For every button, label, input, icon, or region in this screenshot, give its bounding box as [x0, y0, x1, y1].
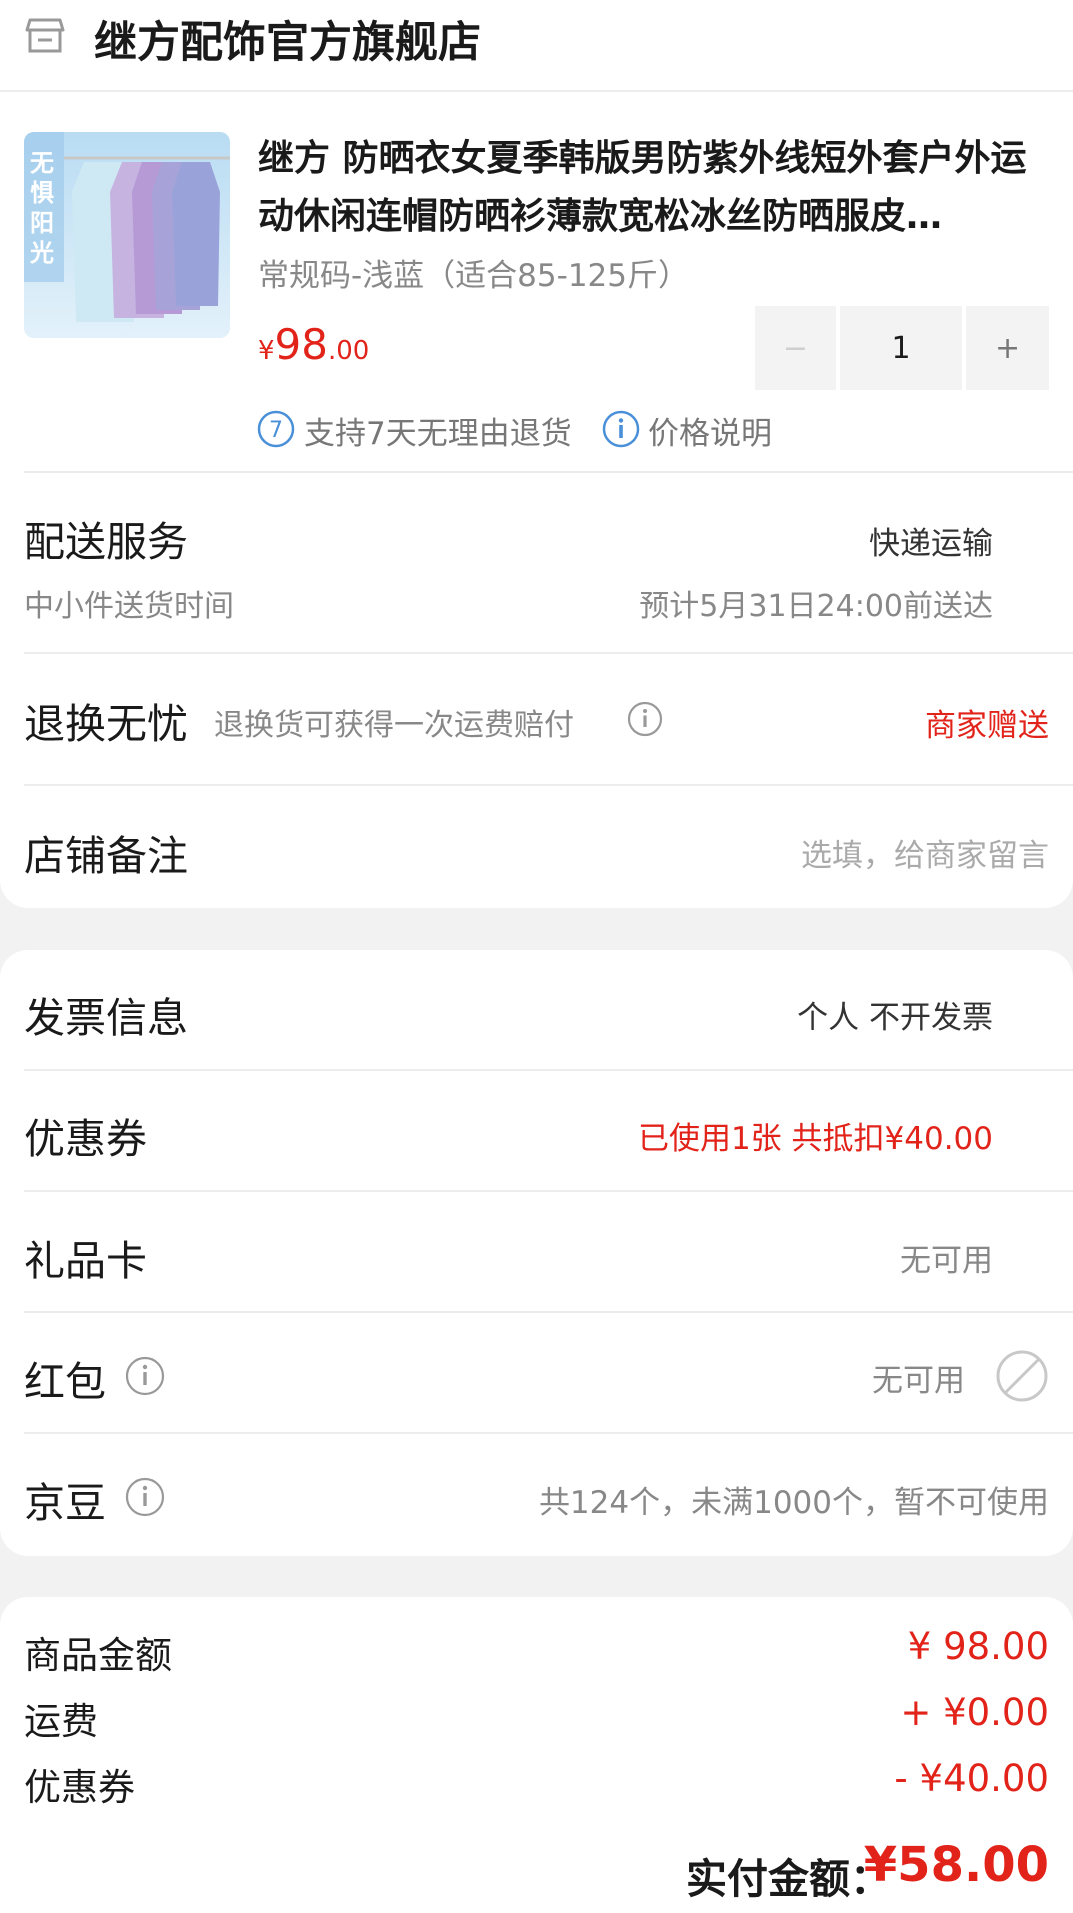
price-decimal: .00 — [328, 336, 370, 366]
divider — [24, 652, 1073, 654]
divider — [24, 1432, 1073, 1434]
store-note-label: 店铺备注 — [24, 832, 188, 880]
return-policy-text[interactable]: 支持7天无理由退货 — [304, 408, 572, 453]
quantity-input[interactable]: 1 — [839, 306, 963, 390]
goods-amount-label: 商品金额 — [24, 1634, 172, 1677]
coupon-discount-label: 优惠券 — [24, 1766, 135, 1809]
decrease-quantity-button[interactable]: − — [755, 306, 836, 390]
info-icon[interactable] — [124, 1476, 166, 1518]
seven-day-return-icon: 7 — [257, 410, 295, 448]
info-icon — [602, 410, 640, 448]
total-paid-label: 实付金额： — [686, 1855, 891, 1903]
coupon-label: 优惠券 — [24, 1115, 147, 1163]
product-title[interactable]: 继方 防晒衣女夏季韩版男防紫外线短外套户外运动休闲连帽防晒衫薄款宽松冰丝防晒服皮… — [258, 130, 1048, 246]
disabled-icon — [996, 1350, 1048, 1402]
red-packet-value: 无可用 — [872, 1363, 965, 1399]
info-icon[interactable] — [124, 1355, 166, 1397]
delivery-time-label: 中小件送货时间 — [24, 589, 234, 624]
gift-card-value[interactable]: 无可用 — [900, 1235, 993, 1280]
thumbnail-caption: 无惧阳光 — [30, 149, 54, 267]
total-paid-value: ¥58.00 — [863, 1837, 1049, 1893]
gift-card-label: 礼品卡 — [24, 1237, 147, 1285]
jd-beans-value: 共124个，未满1000个，暂不可使用 — [538, 1485, 1049, 1521]
delivery-time-value[interactable]: 预计5月31日24:00前送达 — [639, 581, 993, 625]
red-packet-label: 红包 — [24, 1358, 106, 1406]
price-summary-card: 商品金额 ¥ 98.00 运费 + ¥0.00 优惠券 - ¥40.00 实付金… — [0, 1597, 1073, 1913]
goods-amount-value: ¥ 98.00 — [907, 1625, 1049, 1668]
store-note-input[interactable]: 选填，给商家留言 — [801, 830, 1049, 875]
price-explanation-link[interactable]: 价格说明 — [648, 408, 772, 453]
invoice-value[interactable]: 个人 不开发票 — [797, 992, 993, 1037]
divider — [24, 784, 1073, 786]
delivery-label: 配送服务 — [24, 518, 188, 566]
price-integer: 98 — [274, 320, 328, 369]
payment-options-card: 发票信息 个人 不开发票 优惠券 已使用1张 共抵扣¥40.00 礼品卡 无可用… — [0, 950, 1073, 1556]
coupon-discount-value: - ¥40.00 — [894, 1757, 1049, 1800]
return-worry-desc: 退换货可获得一次运费赔付 — [214, 708, 574, 743]
divider — [24, 1069, 1073, 1071]
divider — [0, 90, 1073, 92]
delivery-value[interactable]: 快递运输 — [869, 518, 993, 563]
increase-quantity-button[interactable]: + — [966, 306, 1050, 390]
order-main-card: 继方配饰官方旗舰店 无惧阳光 继方 防晒衣女夏季韩版男防紫外线短外套户外运动休闲… — [0, 0, 1073, 908]
divider — [24, 1190, 1073, 1192]
product-price: ¥98.00 — [258, 320, 369, 369]
invoice-label: 发票信息 — [24, 994, 188, 1042]
store-icon — [25, 18, 65, 53]
info-icon[interactable] — [626, 700, 664, 738]
jd-beans-label: 京豆 — [24, 1479, 106, 1527]
price-currency: ¥ — [258, 336, 275, 366]
divider — [24, 471, 1073, 473]
store-name[interactable]: 继方配饰官方旗舰店 — [94, 8, 481, 70]
product-spec[interactable]: 常规码-浅蓝（适合85-125斤） — [258, 250, 689, 295]
quantity-stepper: − 1 + — [755, 306, 1050, 390]
svg-text:7: 7 — [269, 418, 283, 443]
coupon-value[interactable]: 已使用1张 共抵扣¥40.00 — [638, 1113, 993, 1158]
shipping-fee-label: 运费 — [24, 1700, 98, 1743]
return-worry-label: 退换无忧 — [24, 700, 188, 748]
divider — [24, 1311, 1073, 1313]
return-worry-value[interactable]: 商家赠送 — [925, 700, 1049, 745]
shipping-fee-value: + ¥0.00 — [900, 1691, 1049, 1734]
